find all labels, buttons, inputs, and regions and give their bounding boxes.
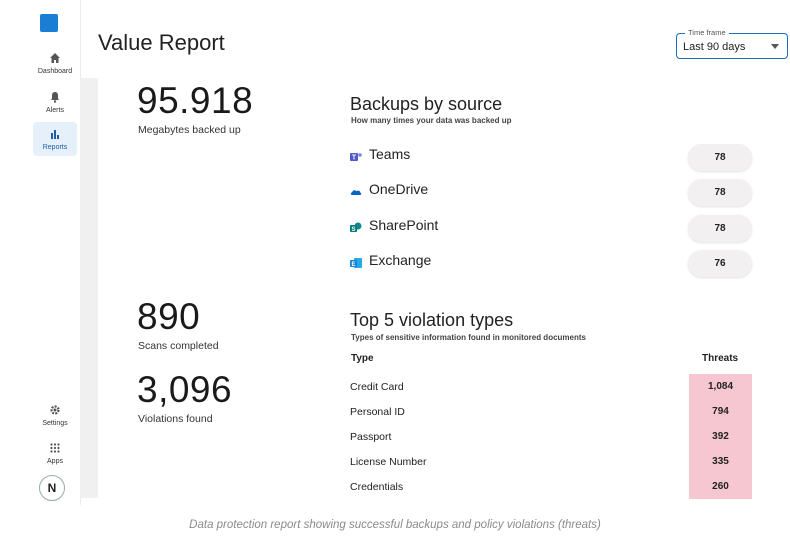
sidebar-item-label: Dashboard [37,68,73,75]
source-row-teams: T Teams 78 [350,144,754,172]
bar-chart-icon [48,127,62,141]
column-header-threats: Threats [702,353,739,364]
avatar[interactable]: N [39,475,65,501]
sidebar-item-label: Reports [42,144,68,151]
timeframe-label: Time frame [685,28,729,37]
source-count: 76 [688,250,752,277]
app-logo[interactable] [40,14,58,32]
sidebar-item-reports[interactable]: Reports [33,122,77,156]
bell-icon [48,90,62,104]
source-name: OneDrive [369,181,429,197]
violation-threats: 1,084 [689,374,752,399]
sidebar-item-alerts[interactable]: Alerts [33,85,77,119]
content-gutter [80,78,98,498]
sidebar-item-settings[interactable]: Settings [33,398,77,432]
chevron-down-icon [771,44,779,49]
source-name: Exchange [369,252,432,268]
violations-label: Violations found [138,413,213,425]
svg-text:S: S [351,227,355,233]
sharepoint-icon: S [350,221,362,233]
timeframe-select[interactable]: Time frame Last 90 days [676,28,788,59]
backed-up-value: 95.918 [137,80,254,121]
violation-threats: 335 [689,449,752,474]
grid-icon [48,441,62,455]
sidebar-item-label: Apps [47,458,63,465]
source-name: Teams [369,146,411,162]
sidebar: Dashboard Alerts Reports Settings Apps N [30,0,81,505]
violations-value: 3,096 [137,369,233,410]
violation-type: Passport [350,431,392,443]
source-count: 78 [688,144,752,171]
violation-type: Credit Card [350,381,404,393]
violation-type: Personal ID [350,406,405,418]
sidebar-item-dashboard[interactable]: Dashboard [33,46,77,80]
teams-icon: T [350,150,362,162]
sidebar-item-label: Alerts [46,107,64,114]
source-row-sharepoint: S SharePoint 78 [350,215,754,243]
sidebar-item-label: Settings [42,420,68,427]
svg-text:T: T [352,155,357,162]
violation-threats: 794 [689,399,752,424]
page-title: Value Report [98,30,225,55]
svg-text:E: E [351,262,355,268]
source-count: 78 [688,215,752,242]
violations-subtitle: Types of sensitive information found in … [351,333,586,342]
violation-type: License Number [350,456,427,468]
report-content [80,78,790,498]
exchange-icon: E [350,256,362,268]
source-row-exchange: E Exchange 76 [350,250,754,278]
source-row-onedrive: OneDrive 78 [350,179,754,207]
onedrive-icon [350,185,362,197]
column-header-type: Type [351,353,374,364]
violations-title: Top 5 violation types [350,310,514,330]
violation-type: Credentials [350,481,404,493]
backed-up-label: Megabytes backed up [138,124,241,136]
violation-threats: 392 [689,424,752,449]
home-icon [48,51,62,65]
violation-threats: 260 [689,474,752,499]
timeframe-value: Last 90 days [683,41,746,53]
source-count: 78 [688,179,752,206]
backups-subtitle: How many times your data was backed up [351,116,512,125]
sidebar-item-apps[interactable]: Apps [33,436,77,470]
gear-icon [48,403,62,417]
figure-caption: Data protection report showing successfu… [189,519,601,531]
scans-value: 890 [137,296,201,337]
scans-label: Scans completed [138,340,219,352]
backups-title: Backups by source [350,94,503,114]
source-name: SharePoint [369,217,439,233]
